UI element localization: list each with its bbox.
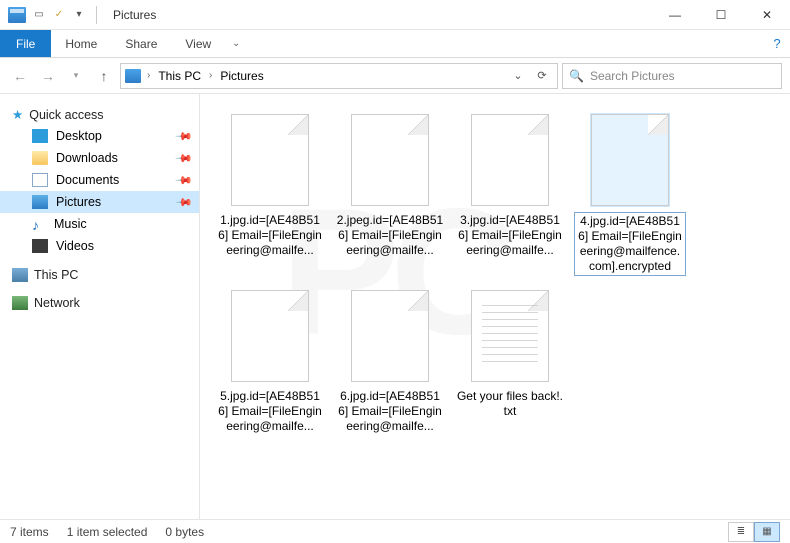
qat-newfolder-icon[interactable]: ✓ [52, 8, 66, 22]
status-size: 0 bytes [165, 525, 204, 539]
file-name: 1.jpg.id=[AE48B516] Email=[FileEngineeri… [214, 212, 326, 259]
qat-customize-icon[interactable]: ▾ [72, 8, 86, 22]
navitem-label: This PC [34, 268, 78, 282]
view-details-button[interactable]: ≣ [728, 522, 754, 542]
address-bar[interactable]: › This PC › Pictures ⌄ ⟳ [120, 63, 558, 89]
main-area: ★ Quick access Desktop 📌 Downloads 📌 Doc… [0, 94, 790, 519]
breadcrumb-pictures[interactable]: Pictures [218, 69, 265, 83]
titlebar-separator [96, 6, 97, 24]
star-icon: ★ [12, 107, 23, 122]
desktop-icon [32, 129, 48, 143]
document-icon [32, 173, 48, 187]
navitem-documents[interactable]: Documents 📌 [0, 169, 199, 191]
app-icon [8, 7, 26, 23]
status-bar: 7 items 1 item selected 0 bytes ≣ ▦ [0, 519, 790, 543]
navitem-videos[interactable]: Videos [0, 235, 199, 257]
window-title: Pictures [113, 8, 156, 22]
blank-file-icon [591, 114, 669, 206]
navitem-label: Pictures [56, 195, 101, 209]
blank-file-icon [351, 114, 429, 206]
text-file-icon [471, 290, 549, 382]
navitem-label: Documents [56, 173, 119, 187]
recent-locations-icon[interactable]: ▾ [64, 64, 88, 88]
navitem-label: Music [54, 217, 87, 231]
pin-icon: 📌 [175, 127, 194, 146]
blank-file-icon [231, 290, 309, 382]
quick-access-label: Quick access [29, 108, 103, 122]
network-icon [12, 296, 28, 310]
music-icon: ♪ [32, 217, 46, 231]
maximize-button[interactable]: ☐ [698, 0, 744, 30]
search-placeholder: Search Pictures [590, 69, 675, 83]
forward-button[interactable]: → [36, 64, 60, 88]
file-item[interactable]: Get your files back!.txt [450, 284, 570, 460]
breadcrumb-thispc[interactable]: This PC [156, 69, 203, 83]
help-icon[interactable]: ? [764, 30, 790, 57]
window-titlebar: ▭ ✓ ▾ Pictures ― ☐ ✕ [0, 0, 790, 30]
file-name: Get your files back!.txt [454, 388, 566, 420]
location-icon [125, 69, 141, 83]
search-input[interactable]: 🔍 Search Pictures [562, 63, 782, 89]
refresh-icon[interactable]: ⟳ [531, 65, 553, 87]
file-name: 4.jpg.id=[AE48B516] Email=[FileEngineeri… [574, 212, 686, 276]
ribbon-file-tab[interactable]: File [0, 30, 51, 57]
pictures-icon [32, 195, 48, 209]
navitem-label: Network [34, 296, 80, 310]
file-item[interactable]: 3.jpg.id=[AE48B516] Email=[FileEngineeri… [450, 108, 570, 284]
folder-icon [32, 151, 48, 165]
navitem-music[interactable]: ♪ Music [0, 213, 199, 235]
navigation-pane: ★ Quick access Desktop 📌 Downloads 📌 Doc… [0, 94, 200, 519]
up-button[interactable]: ↑ [92, 64, 116, 88]
address-dropdown-icon[interactable]: ⌄ [507, 65, 529, 87]
minimize-button[interactable]: ― [652, 0, 698, 30]
navitem-label: Desktop [56, 129, 102, 143]
close-button[interactable]: ✕ [744, 0, 790, 30]
navitem-pictures[interactable]: Pictures 📌 [0, 191, 199, 213]
status-selection: 1 item selected [67, 525, 148, 539]
pin-icon: 📌 [175, 149, 194, 168]
quick-access-header[interactable]: ★ Quick access [0, 104, 199, 125]
back-button[interactable]: ← [8, 64, 32, 88]
ribbon-tab-home[interactable]: Home [51, 30, 111, 57]
blank-file-icon [471, 114, 549, 206]
ribbon-expand-icon[interactable]: ⌄ [225, 30, 247, 57]
file-list[interactable]: 1.jpg.id=[AE48B516] Email=[FileEngineeri… [200, 94, 790, 519]
pc-icon [12, 268, 28, 282]
navitem-network[interactable]: Network [0, 293, 199, 313]
navitem-label: Videos [56, 239, 94, 253]
navitem-desktop[interactable]: Desktop 📌 [0, 125, 199, 147]
navitem-downloads[interactable]: Downloads 📌 [0, 147, 199, 169]
video-icon [32, 239, 48, 253]
pin-icon: 📌 [175, 171, 194, 190]
file-item[interactable]: 5.jpg.id=[AE48B516] Email=[FileEngineeri… [210, 284, 330, 460]
status-item-count: 7 items [10, 525, 49, 539]
navigation-bar: ← → ▾ ↑ › This PC › Pictures ⌄ ⟳ 🔍 Searc… [0, 58, 790, 94]
ribbon-tab-view[interactable]: View [171, 30, 225, 57]
chevron-right-icon[interactable]: › [145, 70, 152, 81]
file-name: 2.jpeg.id=[AE48B516] Email=[FileEngineer… [334, 212, 446, 259]
ribbon: File Home Share View ⌄ ? [0, 30, 790, 58]
navitem-label: Downloads [56, 151, 118, 165]
qat-properties-icon[interactable]: ▭ [32, 8, 46, 22]
file-name: 3.jpg.id=[AE48B516] Email=[FileEngineeri… [454, 212, 566, 259]
file-name: 5.jpg.id=[AE48B516] Email=[FileEngineeri… [214, 388, 326, 435]
view-largeicons-button[interactable]: ▦ [754, 522, 780, 542]
blank-file-icon [231, 114, 309, 206]
pin-icon: 📌 [175, 193, 194, 212]
file-item[interactable]: 1.jpg.id=[AE48B516] Email=[FileEngineeri… [210, 108, 330, 284]
file-item[interactable]: 4.jpg.id=[AE48B516] Email=[FileEngineeri… [570, 108, 690, 284]
file-item[interactable]: 2.jpeg.id=[AE48B516] Email=[FileEngineer… [330, 108, 450, 284]
blank-file-icon [351, 290, 429, 382]
search-icon: 🔍 [569, 69, 584, 83]
navitem-thispc[interactable]: This PC [0, 265, 199, 285]
ribbon-tab-share[interactable]: Share [111, 30, 171, 57]
chevron-right-icon[interactable]: › [207, 70, 214, 81]
file-item[interactable]: 6.jpg.id=[AE48B516] Email=[FileEngineeri… [330, 284, 450, 460]
file-name: 6.jpg.id=[AE48B516] Email=[FileEngineeri… [334, 388, 446, 435]
